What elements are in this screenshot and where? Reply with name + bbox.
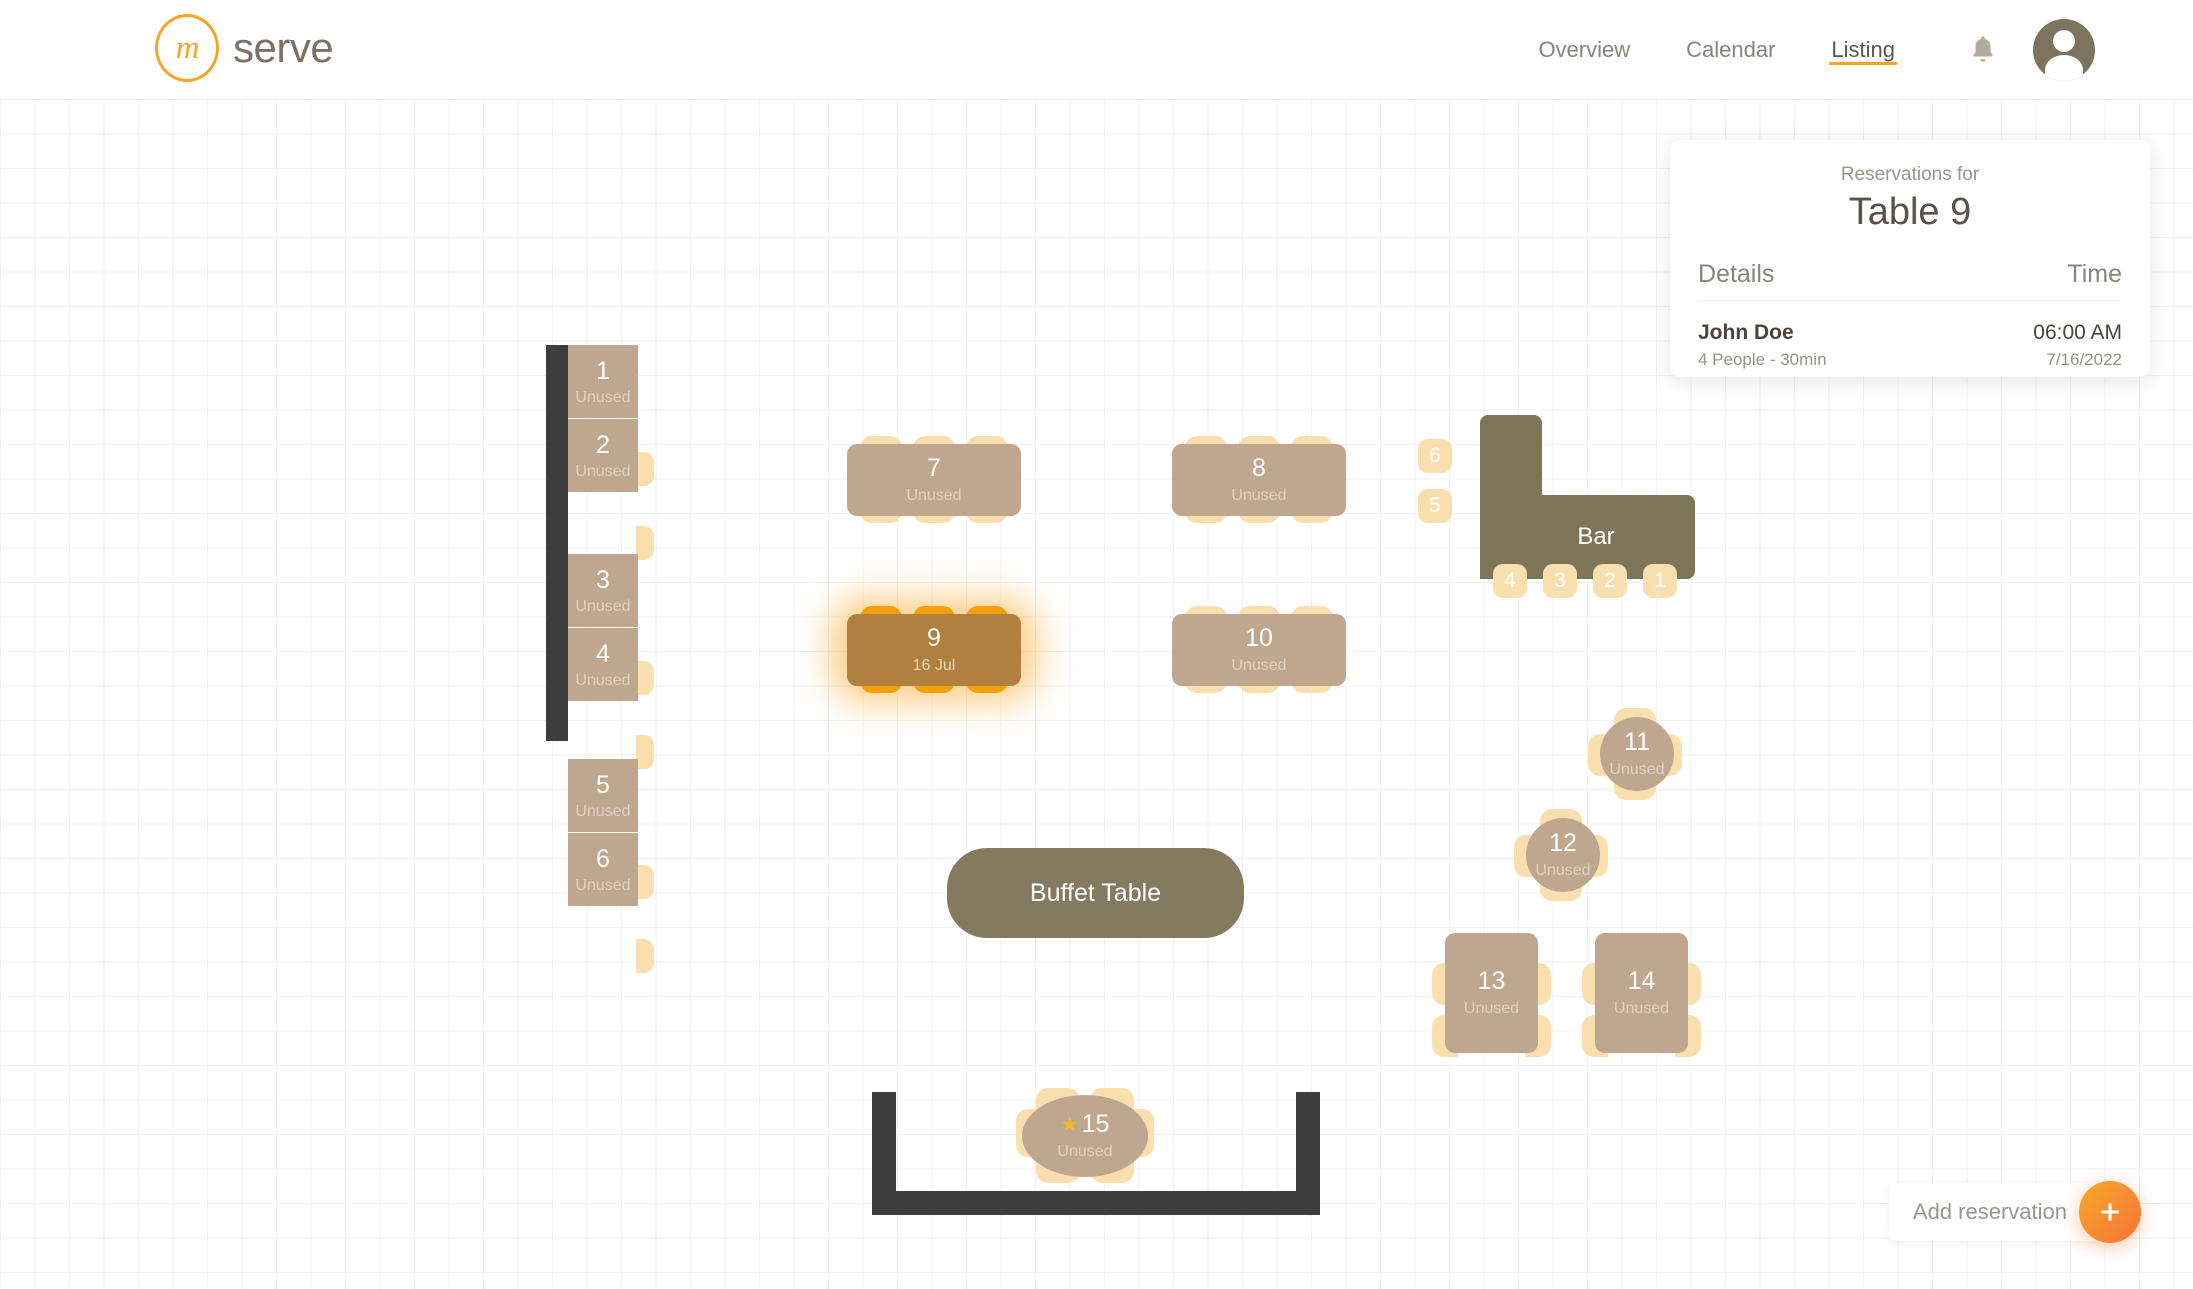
nav-item-calendar[interactable]: Calendar (1658, 0, 1803, 99)
table-status: Unused (575, 802, 631, 820)
table-number: 9 (927, 624, 941, 653)
table-14[interactable]: 14 Unused (1595, 933, 1688, 1053)
column-header-details: Details (1698, 260, 1775, 288)
table-booth-6[interactable]: 6 Unused (568, 833, 638, 906)
table-number: 12 (1549, 829, 1577, 858)
chair-booth-1 (636, 452, 654, 486)
logo[interactable]: m serve (155, 14, 334, 82)
table-booth-1[interactable]: 1 Unused (568, 345, 638, 418)
wall-left (546, 345, 568, 741)
table-number: 2 (596, 430, 610, 459)
nav-item-listing[interactable]: Listing (1803, 0, 1923, 99)
table-number: 8 (1252, 454, 1266, 483)
table-status: Unused (1613, 999, 1670, 1017)
table-number-text: 15 (1081, 1110, 1110, 1139)
logo-mark-icon: m (155, 14, 219, 82)
main-nav: Overview Calendar Listing (1510, 0, 2095, 99)
table-number: 11 (1624, 728, 1650, 757)
table-number: 5 (596, 770, 610, 799)
nav-item-overview[interactable]: Overview (1510, 0, 1658, 99)
reservation-details: John Doe 4 People - 30min (1698, 321, 1827, 370)
column-header-time: Time (2067, 260, 2122, 288)
buffet-label: Buffet Table (1029, 878, 1162, 907)
table-number: 3 (596, 565, 610, 594)
table-booth-4[interactable]: 4 Unused (568, 628, 638, 701)
table-number: ★ 15 (1061, 1111, 1110, 1139)
table-status: Unused (1463, 999, 1520, 1017)
table-13[interactable]: 13 Unused (1445, 933, 1538, 1053)
reservation-date: 7/16/2022 (2046, 350, 2122, 369)
add-reservation-label[interactable]: Add reservation (1888, 1183, 2101, 1241)
table-12[interactable]: 12 Unused (1526, 818, 1600, 892)
avatar[interactable] (2033, 18, 2095, 81)
reservations-panel: Reservations for Table 9 Details Time Jo… (1670, 140, 2150, 377)
table-7[interactable]: 7 Unused (847, 444, 1021, 516)
table-10[interactable]: 10 Unused (1172, 614, 1346, 686)
reservation-time: 06:00 AM (2033, 321, 2122, 344)
chair-booth-5 (636, 865, 654, 899)
bar-stool-1[interactable]: 1 (1643, 564, 1677, 598)
table-status: Unused (575, 876, 631, 894)
favorite-star-icon: ★ (1060, 1114, 1079, 1136)
table-status: Unused (575, 388, 631, 406)
table-booth-3[interactable]: 3 Unused (568, 554, 638, 627)
chair-booth-4 (636, 735, 654, 769)
table-9[interactable]: 9 16 Jul (847, 614, 1021, 686)
table-number: 4 (596, 639, 610, 668)
table-status: Unused (906, 486, 962, 504)
table-status: Unused (1535, 861, 1591, 879)
table-status: Unused (575, 671, 631, 689)
chair-booth-3 (636, 661, 654, 695)
bell-icon[interactable] (1955, 22, 2011, 78)
panel-eyebrow: Reservations for (1840, 164, 1980, 185)
add-reservation-button[interactable] (2079, 1181, 2141, 1243)
table-number: 6 (596, 844, 610, 873)
wall-alcove-bottom (872, 1191, 1320, 1215)
table-number: 7 (927, 454, 941, 483)
reservation-meta: 4 People - 30min (1698, 350, 1827, 369)
table-status: Unused (575, 462, 631, 480)
bar-stool-5[interactable]: 5 (1418, 489, 1452, 523)
table-number: 14 (1627, 967, 1656, 996)
plus-icon (2101, 1203, 2119, 1221)
table-status: Unused (1609, 760, 1665, 778)
table-status: Unused (575, 597, 631, 615)
table-status: Unused (1231, 656, 1287, 674)
reservation-row[interactable]: John Doe 4 People - 30min 06:00 AM 7/16/… (1698, 321, 2122, 370)
logo-mark-letter: m (175, 29, 200, 66)
table-status: 16 Jul (912, 656, 956, 674)
table-11[interactable]: 11 Unused (1600, 717, 1674, 791)
chair-booth-6 (636, 939, 654, 973)
table-status: Unused (1057, 1142, 1113, 1160)
chair-booth-2 (636, 526, 654, 560)
bar-label: Bar (1577, 523, 1615, 550)
reservation-name: John Doe (1698, 321, 1794, 344)
panel-title: Table 9 (1848, 191, 1972, 233)
table-status: Unused (1231, 486, 1287, 504)
table-booth-5[interactable]: 5 Unused (568, 759, 638, 832)
table-number: 1 (596, 356, 610, 385)
reservation-time-block: 06:00 AM 7/16/2022 (2033, 321, 2122, 370)
table-number: 13 (1477, 967, 1506, 996)
bar-stool-6[interactable]: 6 (1418, 439, 1452, 473)
bar-stool-4[interactable]: 4 (1493, 564, 1527, 598)
reservations-table-header: Details Time (1698, 260, 2122, 301)
app-header: m serve Overview Calendar Listing (0, 0, 2193, 99)
logo-wordmark: serve (233, 24, 334, 71)
table-booth-2[interactable]: 2 Unused (568, 419, 638, 492)
buffet-table[interactable]: Buffet Table (947, 848, 1244, 938)
add-reservation-group: Add reservation (1888, 1181, 2141, 1243)
table-number: 10 (1245, 624, 1273, 653)
table-15[interactable]: ★ 15 Unused (1022, 1095, 1148, 1177)
table-8[interactable]: 8 Unused (1172, 444, 1346, 516)
